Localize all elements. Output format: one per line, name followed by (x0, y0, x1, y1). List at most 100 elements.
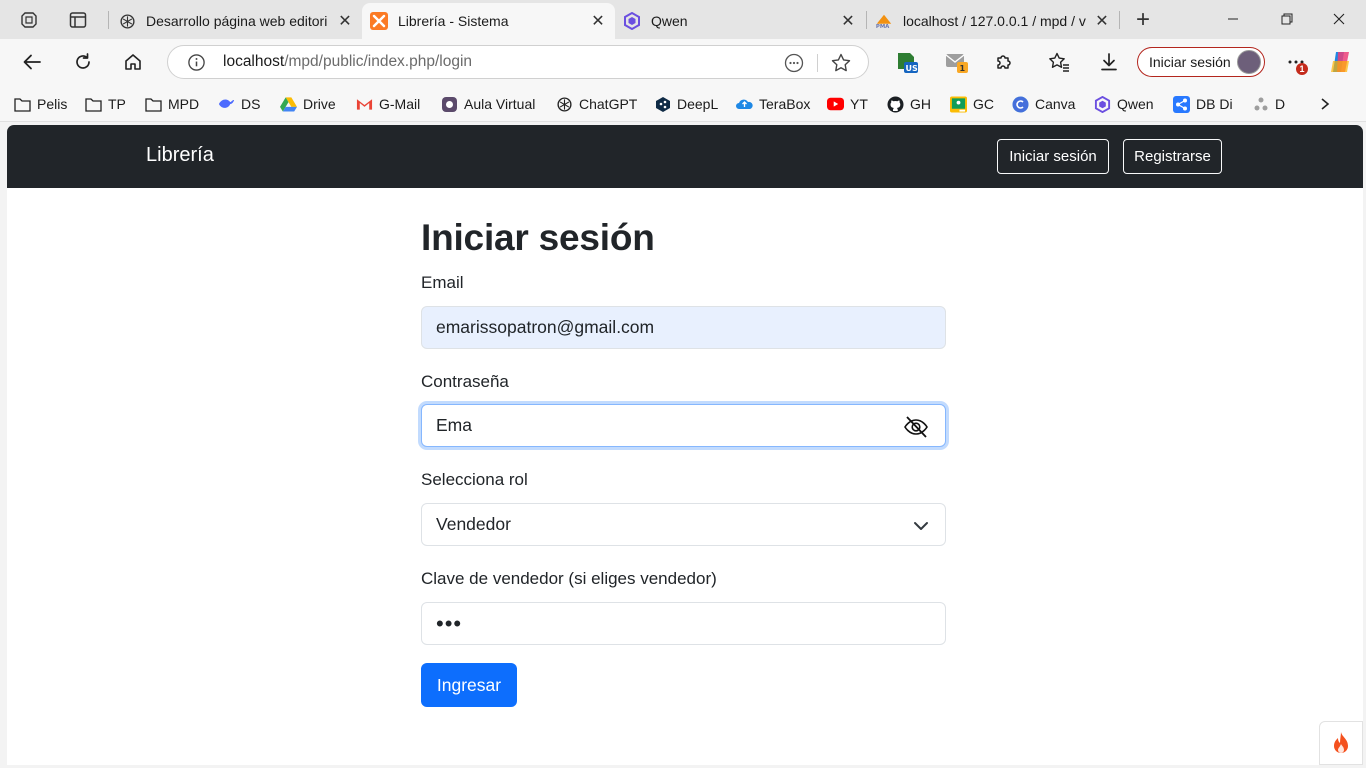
vertical-tabs-icon[interactable] (64, 6, 92, 34)
bookmark-label: Pelis (37, 96, 68, 112)
bookmark-gh[interactable]: GH (887, 94, 931, 114)
bookmark-mpd[interactable]: MPD (145, 94, 199, 114)
tab-phpmyadmin[interactable]: PMA localhost / 127.0.0.1 / mpd / v ✕ (867, 3, 1119, 39)
minimize-button[interactable] (1210, 4, 1256, 34)
gmail-icon (356, 96, 373, 113)
submit-button[interactable]: Ingresar (421, 663, 517, 707)
dots-app-icon (1252, 96, 1269, 113)
qwen-icon (1094, 95, 1111, 113)
db-diagram-icon (1173, 95, 1190, 113)
role-select[interactable]: Vendedor (421, 503, 946, 546)
new-tab-button[interactable]: + (1129, 6, 1157, 34)
youtube-icon (827, 96, 844, 113)
eye-slash-icon[interactable] (903, 415, 929, 439)
tab-title: Librería - Sistema (398, 13, 509, 29)
bookmark-yt[interactable]: YT (827, 94, 868, 114)
bookmarks-bar: Pelis TP MPD DS Drive G-Mail Aula Virtua… (0, 85, 1366, 122)
close-tab-icon[interactable]: ✕ (839, 12, 857, 30)
chatgpt-icon (556, 96, 573, 113)
bookmark-label: Canva (1035, 96, 1076, 112)
restore-button[interactable] (1264, 4, 1310, 34)
chatgpt-icon (118, 12, 136, 30)
chevron-down-icon (914, 522, 928, 530)
url-host: localhost (223, 53, 285, 70)
bookmark-pelis[interactable]: Pelis (14, 94, 67, 114)
close-tab-icon[interactable]: ✕ (589, 12, 607, 30)
qwen-icon (623, 12, 641, 30)
bookmark-label: TeraBox (759, 96, 811, 112)
xampp-icon (370, 12, 388, 30)
bookmark-db-di[interactable]: DB Di (1173, 94, 1233, 114)
password-field[interactable]: Ema (421, 404, 946, 447)
bookmark-d[interactable]: D (1252, 94, 1285, 114)
folder-icon (14, 96, 31, 113)
seller-key-field[interactable]: ••• (421, 602, 946, 645)
address-bar[interactable]: localhost/mpd/public/index.php/login (167, 45, 869, 79)
bookmark-label: DS (241, 96, 261, 112)
email-field[interactable]: emarissopatron@gmail.com (421, 306, 946, 349)
browser-toolbar: localhost/mpd/public/index.php/login US … (0, 39, 1366, 85)
bookmark-ds[interactable]: DS (218, 94, 260, 114)
nav-login-button[interactable]: Iniciar sesión (997, 139, 1109, 174)
bookmark-label: G-Mail (379, 96, 421, 112)
copilot-icon[interactable] (1325, 47, 1357, 77)
browser-signin-button[interactable]: Iniciar sesión (1137, 47, 1265, 77)
password-label: Contraseña (421, 372, 509, 391)
url-path: /mpd/public/index.php/login (284, 53, 473, 70)
tab-title: Qwen (651, 13, 688, 29)
favorite-star-icon[interactable] (830, 52, 852, 74)
home-button[interactable] (117, 47, 149, 77)
close-tab-icon[interactable]: ✕ (1093, 12, 1111, 30)
extensions-puzzle-icon[interactable] (988, 47, 1020, 77)
svg-text:1: 1 (960, 64, 966, 73)
bookmark-gc[interactable]: GC (950, 94, 994, 114)
tab-libreria[interactable]: Librería - Sistema ✕ (362, 3, 615, 39)
google-classroom-icon (950, 95, 967, 113)
page-viewport: Librería Iniciar sesión Registrarse Inic… (7, 125, 1363, 765)
bookmark-gmail[interactable]: G-Mail (356, 94, 420, 114)
bookmark-label: DB Di (1196, 96, 1233, 112)
url-text[interactable]: localhost/mpd/public/index.php/login (223, 53, 868, 71)
svg-text:US: US (906, 64, 918, 73)
workspaces-icon[interactable] (15, 6, 43, 34)
tab-title: localhost / 127.0.0.1 / mpd / v (903, 13, 1086, 29)
github-icon (887, 96, 904, 113)
tab-title: Desarrollo página web editori (146, 13, 328, 29)
role-selected-value: Vendedor (436, 514, 511, 534)
extension-mail-icon[interactable]: 1 (941, 47, 973, 77)
bookmark-deepl[interactable]: DeepL (654, 94, 718, 114)
nav-register-button[interactable]: Registrarse (1123, 139, 1222, 174)
aula-virtual-icon (441, 96, 458, 113)
deepseek-icon (218, 96, 235, 113)
back-button[interactable] (16, 47, 48, 77)
extension-us-icon[interactable]: US (891, 47, 923, 77)
more-actions-icon[interactable] (783, 52, 805, 74)
phpmyadmin-icon: PMA (875, 12, 893, 30)
bookmark-canva[interactable]: Canva (1012, 94, 1075, 114)
close-tab-icon[interactable]: ✕ (336, 12, 354, 30)
bookmark-label: MPD (168, 96, 200, 112)
bookmark-drive[interactable]: Drive (280, 94, 336, 114)
password-value: Ema (436, 415, 472, 435)
bookmark-terabox[interactable]: TeraBox (736, 94, 810, 114)
refresh-button[interactable] (67, 47, 99, 77)
close-window-button[interactable] (1316, 4, 1362, 34)
browser-signin-label: Iniciar sesión (1149, 54, 1231, 70)
tab-desarrollo[interactable]: Desarrollo página web editori ✕ (110, 3, 362, 39)
bookmark-label: GC (973, 96, 994, 112)
flame-icon[interactable] (1319, 721, 1363, 765)
tab-qwen[interactable]: Qwen ✕ (615, 3, 865, 39)
page-title: Iniciar sesión (421, 217, 655, 258)
terabox-icon (736, 96, 753, 113)
bookmarks-overflow-chevron-icon[interactable] (1318, 94, 1332, 114)
bookmark-tp[interactable]: TP (85, 94, 126, 114)
bookmark-chatgpt[interactable]: ChatGPT (556, 94, 637, 114)
settings-more-icon[interactable] (1280, 47, 1312, 77)
downloads-icon[interactable] (1093, 47, 1125, 77)
site-navbar: Librería Iniciar sesión Registrarse (7, 125, 1363, 188)
site-info-icon[interactable] (186, 52, 206, 72)
bookmark-aula-virtual[interactable]: Aula Virtual (441, 94, 535, 114)
site-brand[interactable]: Librería (146, 144, 214, 167)
bookmark-qwen[interactable]: Qwen (1094, 94, 1154, 114)
favorites-icon[interactable] (1043, 47, 1075, 77)
